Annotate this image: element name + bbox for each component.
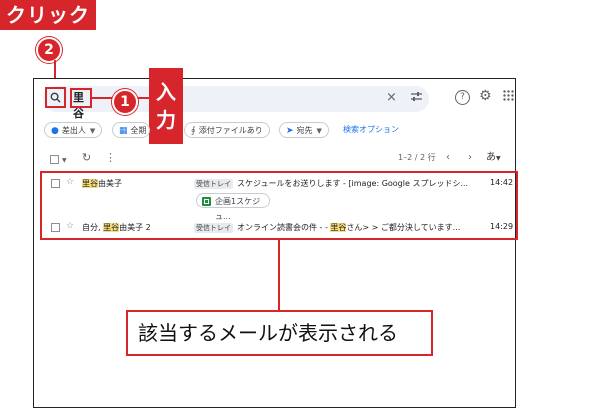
dropdown-arrow-icon: ▼ (316, 127, 322, 135)
filter-chip-date-label: 全期 (130, 126, 147, 135)
dropdown-arrow-icon: ▼ (89, 127, 96, 135)
search-bar (43, 86, 429, 112)
email-subject: オンライン読書会の件 - - (237, 223, 331, 232)
filter-chip-from[interactable]: ● 差出人 ▼ (44, 122, 103, 138)
email-time: 14:42 (490, 178, 514, 187)
paperclip-icon: ∮ (191, 126, 196, 136)
search-icon (50, 92, 61, 103)
help-icon[interactable]: ? (455, 90, 470, 105)
star-icon[interactable]: ☆ (66, 177, 74, 187)
result-caption: 該当するメールが表示される (126, 310, 433, 356)
inbox-label-badge: 受信トレイ (194, 223, 233, 233)
star-icon[interactable]: ☆ (66, 221, 74, 231)
filter-chip-to-label: 宛先 (296, 126, 313, 135)
input-tools-button[interactable]: あ▼ (486, 151, 501, 166)
filter-chip-attachment-label: 添付ファイルあり (198, 126, 263, 135)
spreadsheet-icon (202, 197, 211, 206)
email-time: 14:29 (490, 222, 514, 231)
refresh-icon[interactable]: ↻ (82, 151, 91, 165)
send-icon: ➤ (286, 126, 294, 136)
input-callout-char-1: 入 (156, 80, 176, 104)
email-row-checkbox[interactable] (51, 179, 60, 188)
input-callout-label: 入 力 (149, 68, 183, 144)
step-2-badge: 2 (36, 37, 62, 63)
calendar-icon: ▦ (119, 126, 128, 136)
subject-highlight: 里谷 (330, 223, 347, 232)
filter-chip-date[interactable]: ▦ 全期 (112, 122, 150, 138)
input-callout-char-2: 力 (156, 108, 176, 132)
email-subject-line: 受信トレイ スケジュールをお送りします - [image: Google スプレッ… (194, 178, 484, 189)
sender-highlight: 里谷 (82, 179, 98, 188)
advanced-search-link[interactable]: 検索オプション (343, 124, 399, 135)
search-input[interactable]: 里谷 (70, 88, 92, 120)
filter-chip-from-label: 差出人 (61, 126, 86, 135)
email-subject: スケジュールをお送りします - [image: Google スプレッドシ... (237, 179, 469, 188)
email-row-checkbox[interactable] (51, 223, 60, 232)
apps-grid-icon[interactable] (503, 90, 514, 105)
next-page-icon[interactable]: › (468, 151, 472, 165)
filter-chip-to[interactable]: ➤ 宛先 ▼ (279, 122, 329, 138)
search-button[interactable] (45, 87, 66, 108)
gmail-window-frame (33, 78, 516, 408)
select-all-checkbox[interactable] (50, 155, 59, 164)
prev-page-icon[interactable]: ‹ (446, 151, 450, 165)
input-tools-label: あ (486, 152, 496, 163)
email-subject-line: 受信トレイ オンライン読書会の件 - - 里谷さん> > ご都分決しています... (194, 223, 461, 233)
inbox-label-badge: 受信トレイ (194, 179, 233, 189)
sender-highlight: 里谷 (103, 223, 120, 232)
pagination-range: 1–2 / 2 行 (398, 153, 436, 162)
dropdown-arrow-icon: ▼ (496, 155, 501, 162)
settings-gear-icon[interactable]: ⚙ (479, 89, 492, 103)
filter-chip-attachment[interactable]: ∮ 添付ファイルあり (184, 122, 270, 138)
more-options-icon[interactable]: ⋮ (105, 151, 116, 165)
result-connector (278, 240, 280, 310)
step-1-connector (92, 97, 114, 99)
click-callout-label: クリック (0, 0, 96, 30)
select-dropdown-icon[interactable]: ▼ (62, 154, 67, 168)
search-options-icon[interactable] (410, 91, 423, 107)
attachment-chip[interactable]: 企画1スケジュ... (196, 193, 270, 221)
clear-search-icon[interactable]: × (386, 91, 397, 105)
step-1-badge: 1 (112, 89, 138, 115)
person-icon: ● (51, 126, 59, 136)
